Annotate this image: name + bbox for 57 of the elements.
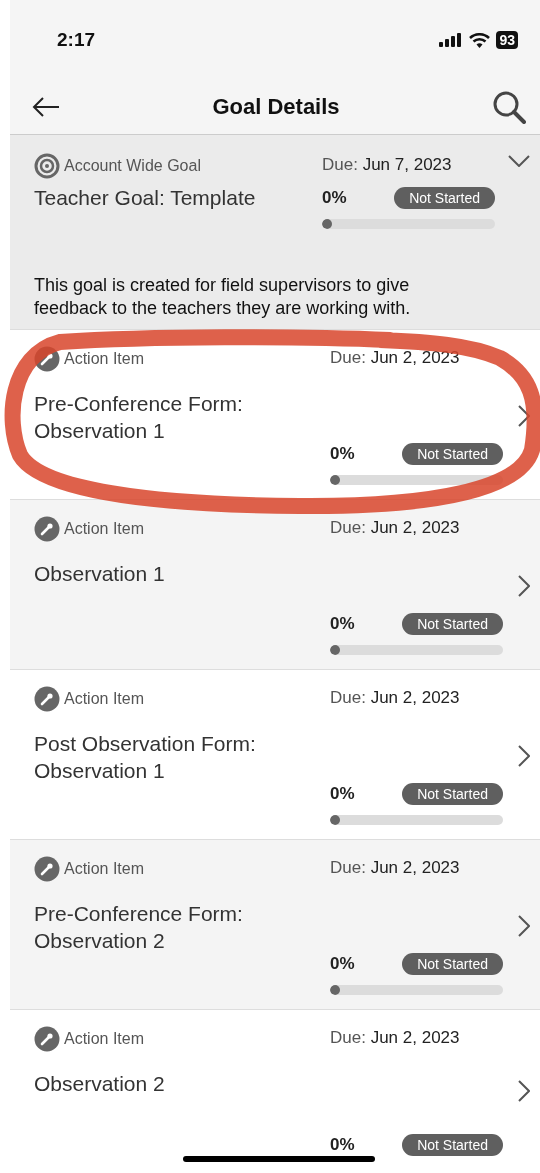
back-arrow-icon[interactable] xyxy=(32,97,60,117)
percent-text: 0% xyxy=(330,614,355,634)
status-badge: Not Started xyxy=(394,187,495,209)
due-label: Due: xyxy=(330,688,366,707)
item-title: Observation 2 xyxy=(34,1071,166,1097)
status-badge: Not Started xyxy=(402,783,503,805)
due-label: Due: xyxy=(322,155,358,174)
action-item-row[interactable]: Action Item Pre-Conference Form: Observation 2 Due: Jun 2, 2023 0% Not Started xyxy=(10,840,540,1010)
percent-text: 0% xyxy=(330,784,355,804)
signal-icon xyxy=(439,33,464,47)
wrench-icon xyxy=(34,1026,60,1052)
due-date: Jun 7, 2023 xyxy=(362,155,452,174)
chevron-right-icon[interactable] xyxy=(518,574,530,597)
percent-text: 0% xyxy=(330,1135,355,1155)
due-label: Due: xyxy=(330,1028,366,1047)
percent-text: 0% xyxy=(322,188,347,208)
due-label: Due: xyxy=(330,518,366,537)
status-badge: Not Started xyxy=(402,613,503,635)
due-date: Jun 2, 2023 xyxy=(370,858,460,877)
item-title: Post Observation Form: Observation 1 xyxy=(34,731,257,784)
chevron-right-icon[interactable] xyxy=(518,404,530,427)
wrench-icon xyxy=(34,856,60,882)
chevron-right-icon[interactable] xyxy=(518,1080,530,1102)
battery-level: 93 xyxy=(496,31,518,49)
item-title: Pre-Conference Form: Observation 1 xyxy=(34,391,244,444)
item-type: Action Item xyxy=(64,690,145,708)
item-type: Action Item xyxy=(64,1030,145,1048)
page-title: Goal Details xyxy=(212,94,340,120)
wrench-icon xyxy=(34,516,60,542)
search-icon[interactable] xyxy=(492,90,526,124)
item-type: Action Item xyxy=(64,350,145,368)
status-badge: Not Started xyxy=(402,443,503,465)
due-label: Due: xyxy=(330,348,366,367)
action-item-row[interactable]: Action Item Observation 1 Due: Jun 2, 2023 0% Not Started xyxy=(10,500,540,670)
goal-description: This goal is created for field supervisors to give feedback to the teachers they are working with. xyxy=(34,274,412,320)
due-label: Due: xyxy=(330,858,366,877)
due-date: Jun 2, 2023 xyxy=(370,518,460,537)
chevron-down-icon[interactable] xyxy=(508,155,530,167)
item-title: Pre-Conference Form: Observation 2 xyxy=(34,901,244,954)
item-type: Account Wide Goal xyxy=(64,157,201,175)
wifi-icon xyxy=(469,32,491,48)
due-date: Jun 2, 2023 xyxy=(370,688,460,707)
target-icon xyxy=(34,153,60,179)
due-date: Jun 2, 2023 xyxy=(370,1028,460,1047)
percent-text: 0% xyxy=(330,444,355,464)
status-badge: Not Started xyxy=(402,1134,503,1156)
wrench-icon xyxy=(34,686,60,712)
status-badge: Not Started xyxy=(402,953,503,975)
goal-title: Teacher Goal: Template xyxy=(34,186,257,210)
due-date: Jun 2, 2023 xyxy=(370,348,460,367)
item-type: Action Item xyxy=(64,520,145,538)
item-type: Action Item xyxy=(64,860,145,878)
status-time: 2:17 xyxy=(57,29,96,51)
chevron-right-icon[interactable] xyxy=(518,914,530,937)
chevron-right-icon[interactable] xyxy=(518,744,530,767)
percent-text: 0% xyxy=(330,954,355,974)
item-title: Observation 1 xyxy=(34,561,166,587)
